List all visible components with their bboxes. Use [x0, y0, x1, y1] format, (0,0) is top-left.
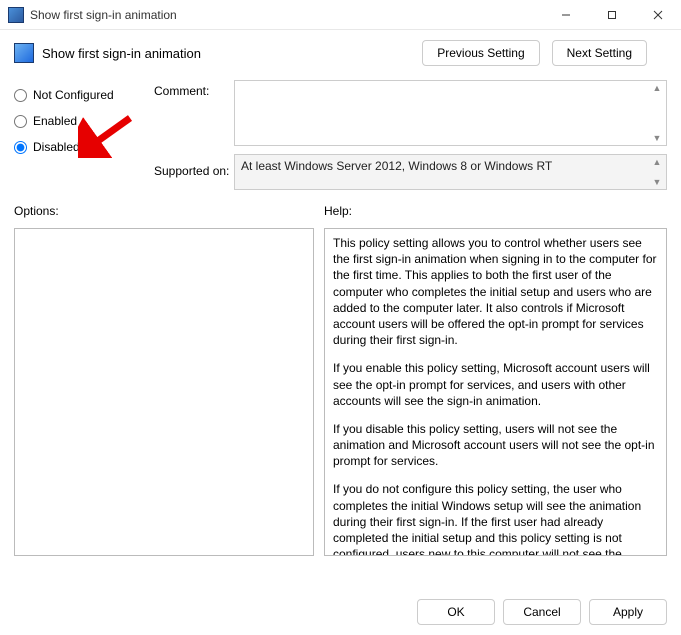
section-labels: Options: Help:	[0, 190, 681, 228]
window-controls	[543, 0, 681, 29]
scroll-down-icon[interactable]: ▼	[653, 177, 662, 187]
window-title: Show first sign-in animation	[30, 8, 543, 22]
comment-textarea[interactable]: ▲ ▼	[234, 80, 667, 146]
help-panel: This policy setting allows you to contro…	[324, 228, 667, 556]
supported-on-value: At least Windows Server 2012, Windows 8 …	[241, 159, 552, 173]
policy-header: Show first sign-in animation Previous Se…	[0, 30, 681, 72]
radio-not-configured[interactable]: Not Configured	[14, 82, 154, 108]
maximize-button[interactable]	[589, 0, 635, 29]
cancel-button[interactable]: Cancel	[503, 599, 581, 625]
radio-disabled-label: Disabled	[33, 140, 80, 154]
help-paragraph: If you do not configure this policy sett…	[333, 481, 658, 556]
comment-scrollbar[interactable]: ▲ ▼	[650, 83, 664, 143]
radio-not-configured-label: Not Configured	[33, 88, 114, 102]
panels: This policy setting allows you to contro…	[0, 228, 681, 556]
state-radios: Not Configured Enabled Disabled	[14, 78, 154, 190]
scroll-up-icon[interactable]: ▲	[653, 157, 662, 167]
supported-label: Supported on:	[154, 162, 234, 188]
dialog-buttons: OK Cancel Apply	[417, 599, 667, 625]
options-panel	[14, 228, 314, 556]
help-paragraph: If you enable this policy setting, Micro…	[333, 360, 658, 409]
apply-button[interactable]: Apply	[589, 599, 667, 625]
help-label: Help:	[324, 204, 667, 218]
radio-enabled-label: Enabled	[33, 114, 77, 128]
supported-scrollbar[interactable]: ▲ ▼	[650, 157, 664, 187]
next-setting-button[interactable]: Next Setting	[552, 40, 647, 66]
field-values: ▲ ▼ At least Windows Server 2012, Window…	[234, 78, 667, 190]
policy-icon	[14, 43, 34, 63]
close-button[interactable]	[635, 0, 681, 29]
options-label: Options:	[14, 204, 314, 218]
radio-not-configured-input[interactable]	[14, 89, 27, 102]
policy-title: Show first sign-in animation	[42, 46, 422, 61]
nav-buttons: Previous Setting Next Setting	[422, 40, 647, 66]
field-labels: Comment: Supported on:	[154, 78, 234, 190]
minimize-button[interactable]	[543, 0, 589, 29]
scroll-up-icon[interactable]: ▲	[653, 83, 662, 93]
help-paragraph: This policy setting allows you to contro…	[333, 235, 658, 348]
radio-disabled-input[interactable]	[14, 141, 27, 154]
comment-label: Comment:	[154, 82, 234, 108]
help-paragraph: If you disable this policy setting, user…	[333, 421, 658, 470]
supported-on-box: At least Windows Server 2012, Windows 8 …	[234, 154, 667, 190]
radio-disabled[interactable]: Disabled	[14, 134, 154, 160]
radio-enabled[interactable]: Enabled	[14, 108, 154, 134]
config-area: Not Configured Enabled Disabled Comment:…	[0, 72, 681, 190]
previous-setting-button[interactable]: Previous Setting	[422, 40, 539, 66]
ok-button[interactable]: OK	[417, 599, 495, 625]
scroll-down-icon[interactable]: ▼	[653, 133, 662, 143]
radio-enabled-input[interactable]	[14, 115, 27, 128]
titlebar: Show first sign-in animation	[0, 0, 681, 30]
window-icon	[8, 7, 24, 23]
